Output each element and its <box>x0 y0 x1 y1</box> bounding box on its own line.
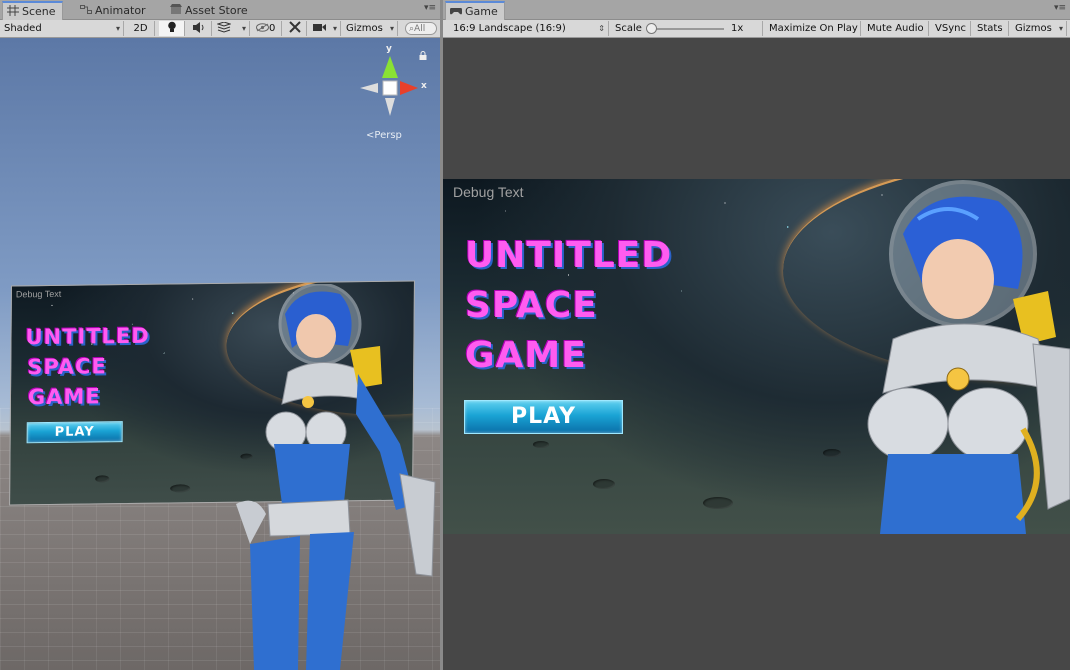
effects-dropdown[interactable]: ▾ <box>213 21 250 36</box>
scale-label: Scale <box>615 23 642 34</box>
scene-play-button[interactable]: PLAY <box>26 421 123 444</box>
camera-dropdown[interactable]: ▾ <box>309 21 341 36</box>
gamepad-icon <box>450 8 462 15</box>
hidden-count: 0 <box>269 23 276 34</box>
title-line-1: UNTITLED <box>465 235 673 276</box>
debug-text: Debug Text <box>453 184 524 200</box>
search-placeholder: All <box>414 24 426 34</box>
scene-tabbar: Scene Animator Asset Store ▾≡ <box>0 0 440 20</box>
animator-icon <box>80 5 92 14</box>
2d-toggle-label: 2D <box>133 23 148 34</box>
scale-thumb[interactable] <box>646 23 657 34</box>
chevron-down-icon: ▾ <box>115 24 120 33</box>
game-viewport[interactable]: Debug Text UNTITLED SPACE GAME PLAY <box>443 38 1070 670</box>
persp-label: Persp <box>374 130 402 141</box>
astronaut-character <box>236 284 436 670</box>
chevron-down-icon: ▾ <box>241 24 246 33</box>
chevron-down-icon: ▾ <box>1058 24 1063 33</box>
crater <box>823 449 841 457</box>
play-button[interactable]: PLAY <box>464 400 623 434</box>
tab-game-label: Game <box>465 5 498 18</box>
tab-game[interactable]: Game <box>445 1 505 20</box>
panel-menu-icon[interactable]: ▾≡ <box>1054 3 1066 13</box>
vsync-label: VSync <box>935 23 966 34</box>
tab-animator-label: Animator <box>95 4 146 17</box>
astronaut-portrait <box>867 180 1070 534</box>
scene-search-field[interactable]: ⌕All <box>405 22 437 35</box>
tab-asset-store[interactable]: Asset Store <box>166 2 254 19</box>
tab-asset-store-label: Asset Store <box>185 4 248 17</box>
game-tabbar: Game ▾≡ <box>443 0 1070 20</box>
tools-icon <box>288 21 301 33</box>
title-line-3: GAME <box>465 335 587 376</box>
scale-slider[interactable]: Scale 1x <box>611 21 763 36</box>
tab-scene-label: Scene <box>22 5 56 18</box>
tools-button[interactable] <box>283 21 307 36</box>
lock-icon[interactable] <box>419 50 427 60</box>
title-line-2: SPACE <box>465 285 598 326</box>
speaker-icon <box>192 22 203 33</box>
game-panel: Game ▾≡ 16:9 Landscape (16:9) ⇕ Scale 1x … <box>443 0 1070 670</box>
scene-viewport[interactable]: y x <Persp Debug Text UNTITLED SPACE GAM… <box>0 38 440 670</box>
hidden-objects-toggle[interactable]: 0 <box>252 21 282 36</box>
panel-menu-icon[interactable]: ▾≡ <box>424 3 436 13</box>
game-gizmos-label: Gizmos <box>1015 23 1052 34</box>
audio-toggle[interactable] <box>186 21 212 36</box>
scale-value: 1x <box>731 23 744 34</box>
gizmos-dropdown[interactable]: Gizmos ▾ <box>342 21 398 36</box>
game-gizmos-dropdown[interactable]: Gizmos ▾ <box>1011 21 1067 36</box>
chevron-up-down-icon: ⇕ <box>598 24 605 33</box>
stats-toggle[interactable]: Stats <box>973 21 1009 36</box>
store-icon <box>170 4 182 14</box>
gizmo-y-label: y <box>386 44 392 54</box>
shading-mode-value: Shaded <box>4 23 42 34</box>
title-block: UNTITLED SPACE GAME <box>465 231 672 381</box>
scale-track[interactable] <box>648 28 724 30</box>
crater <box>95 475 110 483</box>
chevron-down-icon: ▾ <box>332 24 337 33</box>
scene-panel: Scene Animator Asset Store ▾≡ Shaded ▾ 2D… <box>0 0 440 670</box>
mute-audio-toggle[interactable]: Mute Audio <box>863 21 929 36</box>
aspect-ratio-dropdown[interactable]: 16:9 Landscape (16:9) ⇕ <box>449 21 609 36</box>
lighting-toggle[interactable] <box>159 21 185 36</box>
scene-title-line-2: SPACE <box>27 354 107 380</box>
game-toolbar: 16:9 Landscape (16:9) ⇕ Scale 1x Maximize… <box>443 20 1070 38</box>
crater <box>170 484 191 493</box>
scene-title-line-1: UNTITLED <box>25 323 150 350</box>
game-canvas: Debug Text UNTITLED SPACE GAME PLAY <box>443 179 1070 534</box>
effects-icon <box>216 21 232 33</box>
scene-debug-text: Debug Text <box>15 288 62 300</box>
tab-scene[interactable]: Scene <box>2 1 63 20</box>
scene-toolbar: Shaded ▾ 2D ▾ 0 ▾ Gizmos ▾ ⌕All <box>0 20 440 38</box>
stats-label: Stats <box>977 23 1003 34</box>
crater <box>533 441 549 448</box>
mute-audio-label: Mute Audio <box>867 23 924 34</box>
maximize-on-play-label: Maximize On Play <box>769 23 858 34</box>
2d-toggle[interactable]: 2D <box>127 21 155 36</box>
aspect-ratio-value: 16:9 Landscape (16:9) <box>453 23 566 34</box>
crater <box>703 497 733 509</box>
scene-title-line-3: GAME <box>27 384 101 410</box>
perspective-toggle[interactable]: <Persp <box>366 130 402 141</box>
tab-animator[interactable]: Animator <box>76 2 152 19</box>
maximize-on-play-toggle[interactable]: Maximize On Play <box>765 21 861 36</box>
crater <box>593 479 615 489</box>
camera-icon <box>313 24 326 31</box>
lightbulb-icon <box>167 21 176 32</box>
hidden-eye-icon <box>256 23 269 32</box>
scene-title-block: UNTITLED SPACE GAME <box>25 321 150 413</box>
gizmo-x-label: x <box>421 81 427 91</box>
shading-mode-dropdown[interactable]: Shaded ▾ <box>0 21 124 36</box>
vsync-toggle[interactable]: VSync <box>931 21 971 36</box>
gizmos-label: Gizmos <box>346 23 383 34</box>
grid-icon <box>7 5 19 16</box>
chevron-down-icon: ▾ <box>389 24 394 33</box>
